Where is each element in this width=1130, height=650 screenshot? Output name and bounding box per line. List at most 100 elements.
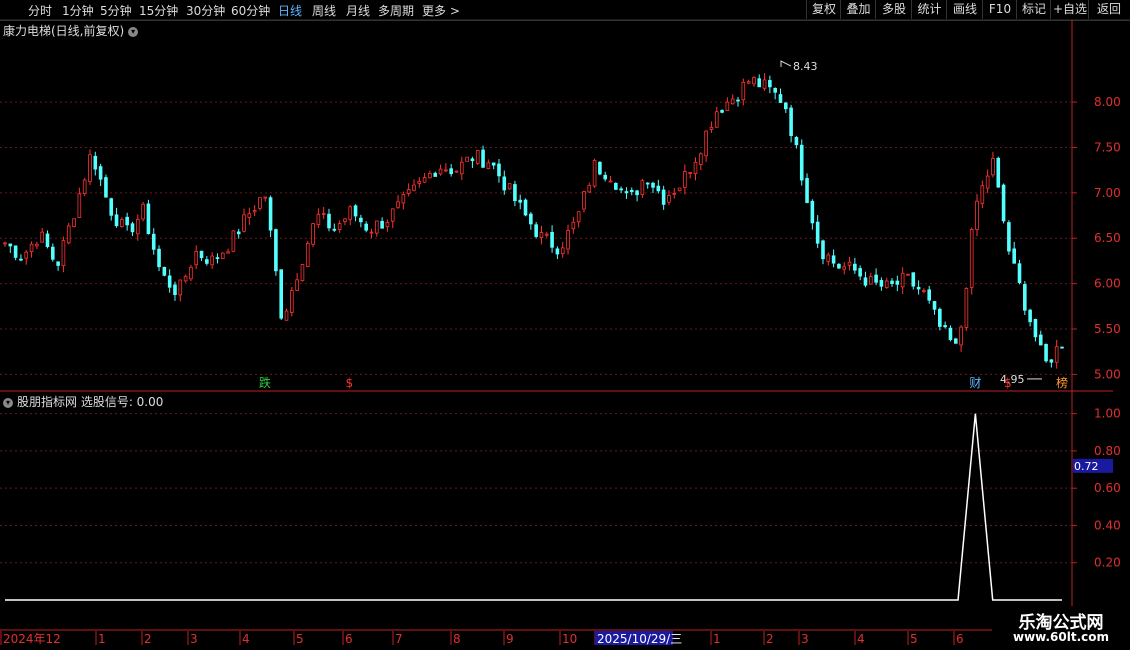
candle-body xyxy=(56,261,60,266)
candle-body xyxy=(40,231,44,243)
candle-body xyxy=(226,251,230,254)
main-tick-label: 7.00 xyxy=(1094,186,1121,200)
candle-body xyxy=(762,79,767,89)
candle-body xyxy=(1038,334,1043,346)
candle-body xyxy=(624,191,629,194)
candle-body xyxy=(879,280,884,287)
indicator-title-text: 股朋指标网 选股信号: 0.00 xyxy=(17,395,164,409)
candle-body xyxy=(167,275,172,288)
candle-body xyxy=(853,263,857,271)
candle-body xyxy=(507,183,512,190)
watermark-line2: www.60lt.com xyxy=(1012,630,1110,644)
candle-body xyxy=(821,240,825,260)
candle-body xyxy=(3,242,7,245)
main-tick-label: 7.50 xyxy=(1094,140,1121,154)
candle-body xyxy=(1060,346,1064,349)
candle-body xyxy=(364,223,368,231)
candle-body xyxy=(337,223,342,230)
main-tick-label: 8.00 xyxy=(1094,95,1121,109)
candle-body xyxy=(98,166,103,180)
date-label: 5 xyxy=(910,632,918,646)
candle-body xyxy=(794,137,799,146)
candle-body xyxy=(438,168,443,175)
date-label: 3 xyxy=(190,632,198,646)
date-label: 2024年12 xyxy=(3,632,61,646)
candle-body xyxy=(874,274,878,283)
candle-body xyxy=(428,172,432,179)
candle-body xyxy=(401,194,406,204)
candle-body xyxy=(645,182,650,185)
candle-body xyxy=(985,175,990,189)
chevron-down-icon[interactable]: ▾ xyxy=(3,397,13,408)
candle-body xyxy=(1017,263,1022,283)
candle-body xyxy=(991,158,995,176)
candle-body xyxy=(268,197,273,231)
date-label: 3 xyxy=(801,632,809,646)
main-tick-label: 6.50 xyxy=(1094,231,1121,245)
main-tick-label: 5.50 xyxy=(1094,322,1121,336)
candle-body xyxy=(88,154,92,182)
candle-body xyxy=(454,170,459,173)
candle-body xyxy=(667,195,671,203)
candle-body xyxy=(332,228,337,231)
event-marker: 跌 xyxy=(259,375,271,390)
candle-body xyxy=(699,153,703,165)
candle-body xyxy=(948,327,953,340)
event-marker: $ xyxy=(346,376,354,390)
candle-body xyxy=(810,200,815,224)
date-label: 2 xyxy=(144,632,152,646)
candle-body xyxy=(220,252,225,260)
candle-body xyxy=(390,208,395,222)
candle-body xyxy=(51,246,55,260)
candle-body xyxy=(199,250,204,259)
candle-body xyxy=(534,224,538,237)
candle-body xyxy=(969,228,974,288)
candle-body xyxy=(1001,184,1006,222)
candle-body xyxy=(635,190,639,196)
candle-body xyxy=(151,233,156,250)
candle-body xyxy=(396,201,400,208)
candle-body xyxy=(842,266,847,270)
candle-body xyxy=(953,338,958,344)
candle-body xyxy=(592,160,597,187)
candle-body xyxy=(614,182,618,190)
candle-body xyxy=(82,179,87,195)
candle-body xyxy=(491,162,496,166)
indicator-tick-label: 0.20 xyxy=(1094,556,1121,570)
candle-body xyxy=(141,203,145,220)
candle-body xyxy=(529,213,533,225)
candle-body xyxy=(916,286,921,290)
candle-body xyxy=(720,110,724,113)
date-label: 8 xyxy=(453,632,461,646)
candle-body xyxy=(210,255,214,266)
candle-body xyxy=(518,199,523,203)
candle-body xyxy=(316,213,321,226)
candle-body xyxy=(629,189,634,193)
candle-body xyxy=(884,280,889,288)
candle-body xyxy=(305,242,310,267)
candle-body xyxy=(348,206,353,220)
main-title-text: 康力电梯(日线,前复权) xyxy=(3,24,125,38)
candle-body xyxy=(858,268,862,277)
event-marker: $ xyxy=(1004,376,1012,390)
candle-body xyxy=(300,264,305,282)
candle-body xyxy=(757,78,762,88)
candle-body xyxy=(900,272,905,288)
main-tick-label: 6.00 xyxy=(1094,277,1121,291)
candle-body xyxy=(964,288,969,328)
candle-body xyxy=(72,218,76,227)
event-marker: 财 xyxy=(969,376,981,390)
candle-body xyxy=(353,205,358,217)
candle-body xyxy=(938,308,942,327)
candle-body xyxy=(566,230,570,250)
candle-body xyxy=(8,243,13,247)
candle-body xyxy=(603,174,608,180)
main-chart-title: 康力电梯(日线,前复权) ▾ xyxy=(3,22,139,39)
high-pointer xyxy=(780,60,792,68)
chart-canvas: 8.434.95跌 $ 财 $ 榜 5.005.506.006.507.007.508.… xyxy=(0,19,1130,646)
chevron-down-icon[interactable]: ▾ xyxy=(128,26,139,37)
candle-body xyxy=(863,277,868,286)
indicator-tick-label: 1.00 xyxy=(1094,407,1121,421)
candle-body xyxy=(61,240,66,267)
candle-body xyxy=(433,172,438,177)
